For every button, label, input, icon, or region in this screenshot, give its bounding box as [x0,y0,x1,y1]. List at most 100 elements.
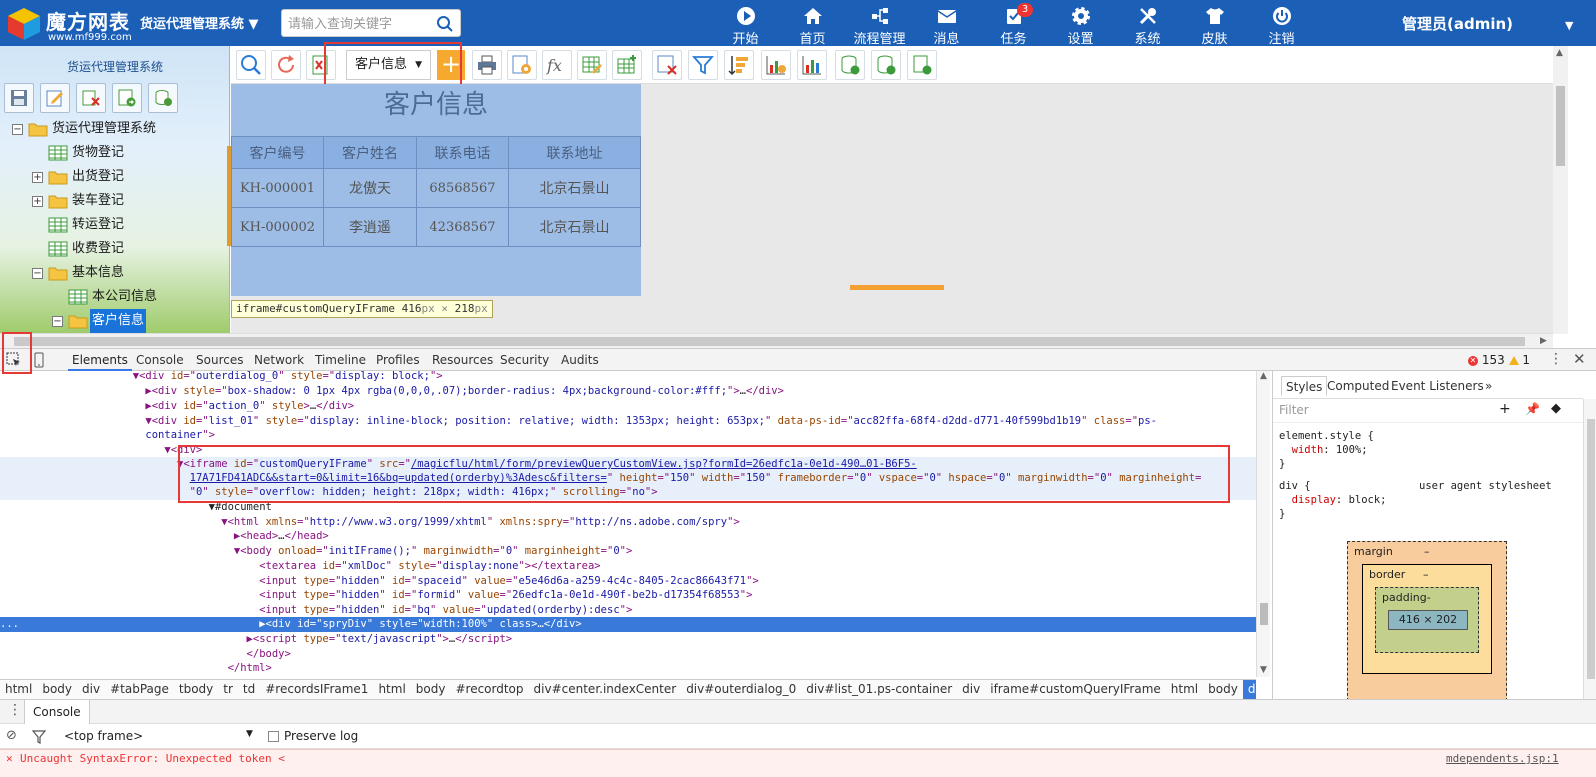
dom-node[interactable]: <input type="hidden" id="formid" value="… [0,588,1256,603]
tree-node-root[interactable]: − 货运代理管理系统 [8,117,228,141]
console-error-message[interactable]: ✕ Uncaught SyntaxError: Unexpected token… [0,749,1596,777]
logo[interactable]: 魔方网表 www.mf999.com [4,4,134,44]
tree-node-fees[interactable]: 收费登记 [8,237,228,261]
expand-icon[interactable]: + [32,196,43,207]
breadcrumb-item[interactable]: body [411,680,451,699]
tab-resources[interactable]: Resources [428,349,497,371]
caret-down-icon[interactable]: ▼ [246,729,253,739]
tree-node-company-info[interactable]: 本公司信息 [8,285,228,309]
tree-node-basic-info[interactable]: − 基本信息 [8,261,228,285]
drawer-tab-console[interactable]: Console [24,700,90,724]
styles-scrollbar[interactable] [1583,399,1596,699]
search-icon[interactable] [436,15,454,33]
elements-dom-tree[interactable]: ▼<div id="outerdialog_0" style="display:… [0,371,1256,677]
nav-skin[interactable]: 皮肤 [1181,0,1248,47]
tab-security[interactable]: Security [496,349,553,371]
sort-button[interactable] [724,50,754,80]
save-button[interactable] [4,83,34,113]
tab-profiles[interactable]: Profiles [372,349,424,371]
filter-icon[interactable] [32,730,46,744]
box-content-size[interactable]: 416 × 202 [1388,610,1468,630]
dom-node[interactable]: </body> [0,647,1256,662]
style-rule-element[interactable]: element.style { width: 100%; } [1279,429,1374,471]
pin-icon[interactable]: 📌 [1525,402,1540,416]
chevron-down-icon[interactable]: ▼ [1565,19,1573,32]
dom-node[interactable]: ▼<html xmlns="http://www.w3.org/1999/xht… [0,515,1256,530]
collapse-icon[interactable]: − [52,316,63,327]
breadcrumb-item[interactable]: body [37,680,77,699]
dom-node[interactable]: ▼<body onload="initIFrame();" marginwidt… [0,544,1256,559]
dom-node[interactable]: ▼<div id="outerdialog_0" style="display:… [0,371,1256,384]
system-title[interactable]: 货运代理管理系统 ▼ [140,13,259,32]
breadcrumb-item[interactable]: iframe#customQueryIFrame [985,680,1166,699]
table-add-button[interactable] [612,50,642,80]
nav-workflow[interactable]: 流程管理 [846,0,913,47]
tab-elements[interactable]: Elements [68,349,132,371]
tree-node-cargo[interactable]: 货物登记 [8,141,228,165]
breadcrumb-item[interactable]: td [238,680,260,699]
breadcrumb-item[interactable]: div#center.indexCenter [529,680,682,699]
tab-more[interactable]: » [1481,376,1496,396]
style-rule-div[interactable]: div { display: block; } [1279,479,1387,521]
filter-button[interactable] [688,50,718,80]
nav-logout[interactable]: 注销 [1248,0,1315,47]
scroll-thumb[interactable] [1260,603,1268,625]
tree-node-transfer[interactable]: 转运登记 [8,213,228,237]
breadcrumb-item[interactable]: div#outerdialog_0 [681,680,801,699]
drawer-menu-icon[interactable]: ⋮ [8,702,22,718]
search-input[interactable] [288,14,428,34]
dom-node-selected[interactable]: ... ▶<div id="spryDiv" style="width:100%… [0,617,1256,632]
breadcrumb-item[interactable]: html [0,680,37,699]
new-style-rule-icon[interactable]: + [1499,401,1511,417]
scroll-thumb[interactable] [1556,86,1565,166]
dom-node[interactable]: container"> [0,428,1256,443]
breadcrumb-item[interactable]: #tabPage [105,680,174,699]
device-mode-icon[interactable] [31,352,47,368]
nav-system[interactable]: 系统 [1114,0,1181,47]
tab-console[interactable]: Console [132,349,188,371]
tab-event-listeners[interactable]: Event Listeners [1387,376,1488,396]
breadcrumb-item[interactable]: div [957,680,985,699]
scroll-up-icon[interactable]: ▲ [1556,48,1563,58]
breadcrumb-item[interactable]: #recordtop [450,680,528,699]
tree-node-loading[interactable]: + 装车登记 [8,189,228,213]
dom-node[interactable]: <textarea id="xmlDoc" style="display:non… [0,559,1256,574]
breadcrumb-item[interactable]: tr [218,680,238,699]
tree-node-shipping[interactable]: + 出货登记 [8,165,228,189]
formula-button[interactable]: fx [542,50,572,80]
collapse-icon[interactable]: − [12,124,23,135]
box-border[interactable]: border – padding- 416 × 202 [1362,564,1492,674]
dom-node[interactable]: <input type="hidden" id="bq" value="upda… [0,603,1256,618]
tree-node-customer-info[interactable]: − 客户信息 [8,309,228,333]
styles-filter[interactable]: Filter + 📌 ◆ [1273,399,1583,423]
tab-sources[interactable]: Sources [192,349,247,371]
user-menu[interactable]: 管理员(admin) [1402,13,1513,34]
tab-computed[interactable]: Computed [1323,376,1393,396]
scroll-thumb[interactable] [1587,419,1595,679]
breadcrumb-item[interactable]: div#list_01.ps-container [801,680,957,699]
print-button[interactable] [472,50,502,80]
table-edit-button[interactable] [577,50,607,80]
nav-home[interactable]: 首页 [779,0,846,47]
scroll-right-icon[interactable]: ▶ [1540,336,1547,346]
refresh-button[interactable] [271,50,301,80]
box-padding[interactable]: padding- 416 × 202 [1375,587,1479,653]
error-counter[interactable]: ✕ 153 1 [1468,349,1530,371]
scroll-thumb[interactable] [14,337,1525,346]
table-row[interactable]: KH-000002 李逍遥 42368567 北京石景山 [231,207,641,247]
scroll-down-icon[interactable]: ▼ [1260,665,1267,675]
error-source-link[interactable]: mdependents.jsp:1 [1446,752,1559,765]
breadcrumb-item-active[interactable]: div#spryDiv [1242,680,1256,699]
query-button[interactable] [236,50,266,80]
dom-tree-scrollbar[interactable]: ▲ ▼ [1256,371,1270,677]
dom-node[interactable]: ▶<head>…</head> [0,529,1256,544]
breadcrumb-item[interactable]: html [373,680,410,699]
scroll-up-icon[interactable]: ▲ [1260,371,1267,381]
page-horizontal-scrollbar[interactable]: ▶ [0,333,1553,348]
close-icon[interactable]: ✕ [1573,350,1586,368]
db-export-button[interactable] [835,50,865,80]
breadcrumb-item[interactable]: #recordsIFrame1 [260,680,373,699]
dom-node[interactable]: ▼<div id="list_01" style="display: inlin… [0,414,1256,429]
breadcrumb-item[interactable]: body [1203,680,1243,699]
resize-handle[interactable] [227,146,231,246]
